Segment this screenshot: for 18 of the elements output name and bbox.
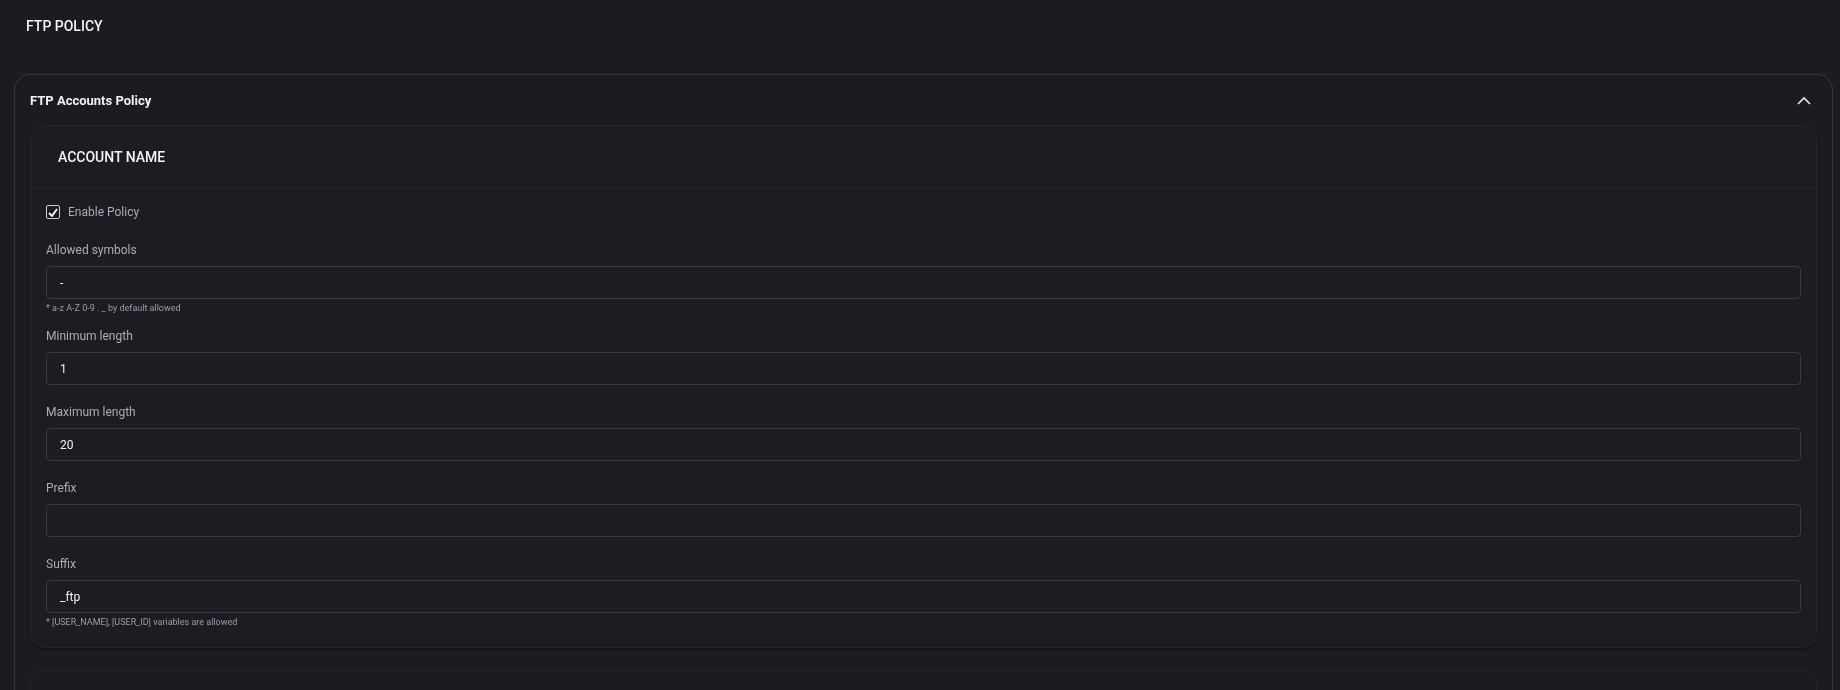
chevron-icon[interactable] <box>1797 95 1811 105</box>
input-field[interactable]: 1 <box>46 352 1801 385</box>
page-title: FTP POLICY <box>26 18 103 34</box>
panel-title: FTP Accounts Policy <box>30 92 152 108</box>
section-title: ACCOUNT NAME <box>58 149 166 165</box>
checkbox[interactable] <box>46 205 60 219</box>
input-field[interactable]: 20 <box>46 428 1801 461</box>
field-hint: * a-z A-Z 0-9 . _ by default allowed <box>46 303 182 313</box>
input-field[interactable]: - <box>46 266 1801 299</box>
field-label: Allowed symbols <box>46 243 138 257</box>
field-label: Maximum length <box>46 405 137 419</box>
field-hint: * [USER_NAME], [USER_ID] variables are allowed <box>46 617 239 627</box>
field-label: Suffix <box>46 557 77 571</box>
field-label: Prefix <box>46 481 78 495</box>
checkbox-label: Enable Policy <box>68 205 140 219</box>
field-label: Minimum length <box>46 329 134 343</box>
input-field[interactable]: _ftp <box>46 580 1801 613</box>
input-field[interactable] <box>46 504 1801 537</box>
